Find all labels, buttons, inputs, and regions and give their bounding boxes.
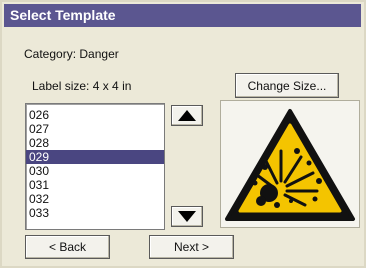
down-arrow-icon (178, 211, 196, 222)
explosive-hazard-icon (225, 109, 355, 221)
select-template-dialog: Select Template Category: Danger Label s… (0, 0, 366, 268)
window-title: Select Template (4, 4, 361, 27)
template-list-item[interactable]: 026 (26, 108, 164, 122)
back-button[interactable]: < Back (25, 235, 110, 259)
category-row: Category: Danger (24, 47, 119, 61)
template-list-item[interactable]: 029 (26, 150, 164, 164)
label-size-row: Label size: 4 x 4 in (32, 79, 131, 93)
change-size-button[interactable]: Change Size... (235, 73, 339, 98)
template-list-item[interactable]: 031 (26, 178, 164, 192)
template-listbox[interactable]: 026 027 028 029 030 031 032 033 (25, 103, 165, 230)
scroll-down-button[interactable] (171, 206, 203, 227)
template-list-item[interactable]: 032 (26, 192, 164, 206)
label-size-value: 4 x 4 in (92, 79, 132, 93)
scroll-up-button[interactable] (171, 105, 203, 126)
category-value: Danger (79, 47, 119, 61)
up-arrow-icon (178, 110, 196, 121)
template-list-item[interactable]: 030 (26, 164, 164, 178)
next-button[interactable]: Next > (149, 235, 234, 259)
template-list-item[interactable]: 028 (26, 136, 164, 150)
category-label: Category: (24, 47, 77, 61)
template-list-item[interactable]: 033 (26, 206, 164, 220)
template-list-item[interactable]: 027 (26, 122, 164, 136)
template-preview (220, 100, 360, 228)
label-size-label: Label size: (32, 79, 90, 93)
template-list: 026 027 028 029 030 031 032 033 (26, 104, 164, 220)
